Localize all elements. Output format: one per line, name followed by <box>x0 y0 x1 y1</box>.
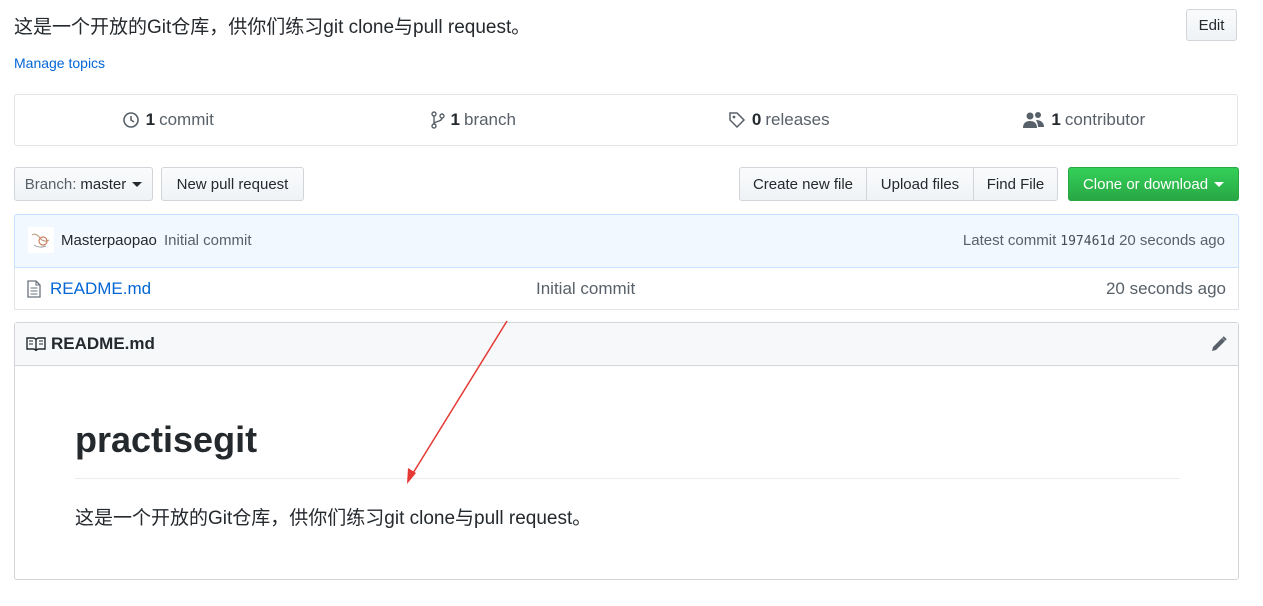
contributors-label: contributor <box>1064 110 1146 129</box>
releases-link[interactable]: 0 releases <box>626 95 932 145</box>
chevron-down-icon <box>132 181 143 187</box>
branches-link[interactable]: 1 branch <box>321 95 627 145</box>
commit-age: 20 seconds ago <box>1119 232 1225 249</box>
create-new-file-button[interactable]: Create new file <box>739 167 867 201</box>
git-branch-icon <box>430 111 445 129</box>
commit-message-link[interactable]: Initial commit <box>164 232 252 249</box>
contributors-link[interactable]: 1 contributor <box>932 95 1238 145</box>
find-file-button[interactable]: Find File <box>973 167 1058 201</box>
tag-icon <box>729 112 745 129</box>
readme-panel: README.md practisegit 这是一个开放的Git仓库，供你们练习… <box>14 322 1239 580</box>
branch-name: master <box>80 175 127 193</box>
readme-title: README.md <box>51 334 155 353</box>
latest-commit-bar: Masterpaopao Initial commit Latest commi… <box>14 214 1239 268</box>
commits-count: 1 <box>145 110 156 129</box>
file-name-link[interactable]: README.md <box>50 279 151 299</box>
avatar[interactable] <box>28 227 54 253</box>
history-icon <box>122 112 139 128</box>
readme-paragraph: 这是一个开放的Git仓库，供你们练习git clone与pull request… <box>75 508 592 529</box>
repo-description: 这是一个开放的Git仓库，供你们练习git clone与pull request… <box>14 17 531 38</box>
releases-count: 0 <box>751 110 762 129</box>
releases-label: releases <box>765 110 830 129</box>
branches-count: 1 <box>450 110 460 129</box>
pencil-icon[interactable] <box>1210 335 1228 353</box>
commit-sha-link[interactable]: 197461d <box>1060 232 1115 249</box>
numbers-summary: 1 commit 1 branch 0 releases 1 contribut… <box>14 94 1238 146</box>
branch-select-button[interactable]: Branch: master <box>14 167 153 201</box>
file-age: 20 seconds ago <box>1105 279 1226 298</box>
edit-description-button[interactable]: Edit <box>1186 9 1237 41</box>
new-pull-request-button[interactable]: New pull request <box>161 167 304 201</box>
chevron-down-icon <box>1214 181 1225 187</box>
clone-or-download-button[interactable]: Clone or download <box>1068 167 1239 201</box>
manage-topics-link[interactable]: Manage topics <box>14 55 105 71</box>
commit-author-link[interactable]: Masterpaopao <box>61 232 157 249</box>
clone-label: Clone or download <box>1082 175 1209 193</box>
file-text-icon <box>27 280 41 298</box>
branch-prefix: Branch: <box>24 175 77 193</box>
table-row: README.md Initial commit 20 seconds ago <box>14 268 1239 310</box>
branches-label: branch <box>463 110 516 129</box>
file-commit-message-link[interactable]: Initial commit <box>536 279 635 299</box>
latest-commit-label: Latest commit <box>962 232 1057 249</box>
commits-link[interactable]: 1 commit <box>15 95 321 145</box>
book-icon <box>26 337 46 352</box>
contributors-count: 1 <box>1051 110 1061 129</box>
readme-header: README.md <box>15 323 1238 366</box>
readme-divider <box>75 478 1180 479</box>
upload-files-button[interactable]: Upload files <box>866 167 974 201</box>
commits-label: commit <box>159 110 214 129</box>
people-icon <box>1023 112 1045 128</box>
commit-meta: Latest commit 197461d 20 seconds ago <box>963 232 1225 249</box>
readme-heading: practisegit <box>75 419 258 460</box>
